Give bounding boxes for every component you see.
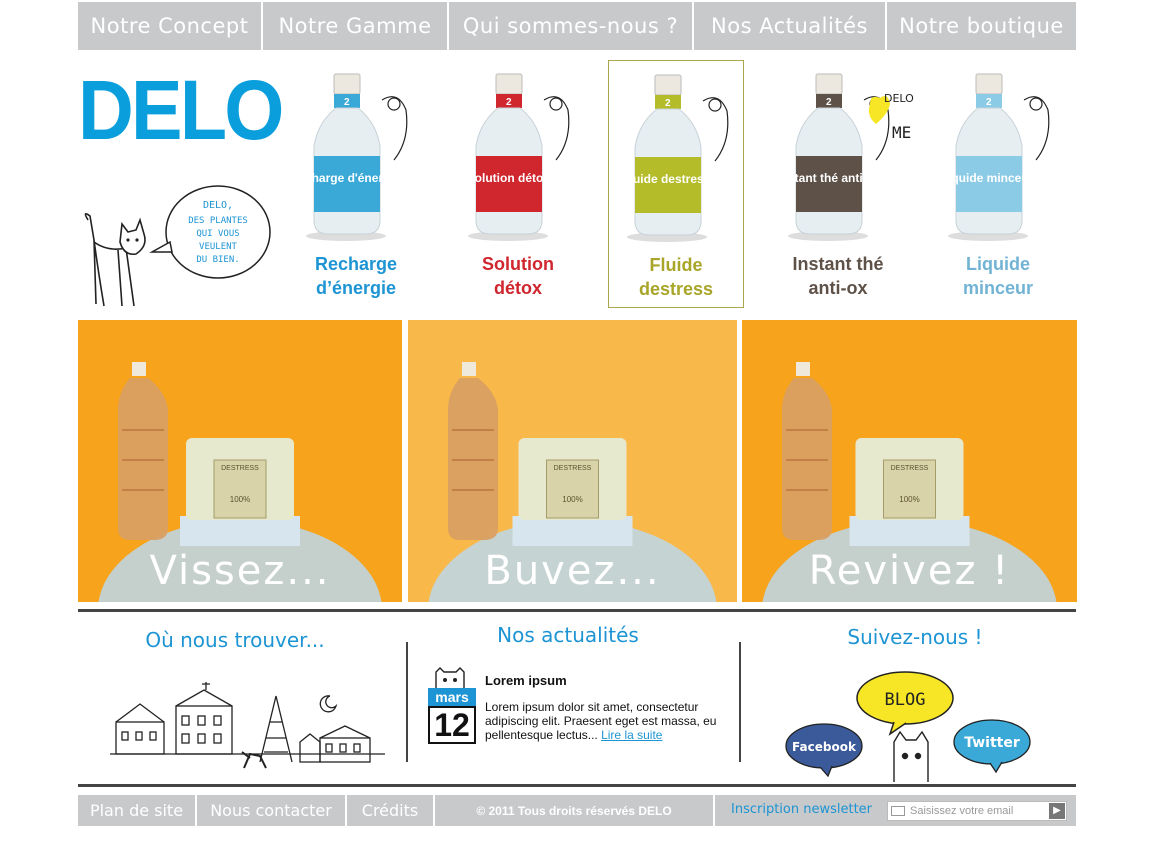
main-nav: Notre Concept Notre Gamme Qui sommes-nou… — [78, 2, 1076, 50]
delo-logo[interactable]: DELO — [78, 68, 284, 152]
divider-bottom — [78, 784, 1076, 787]
blog-bubble[interactable]: BLOG — [856, 671, 954, 736]
product-card[interactable]: 2 solution détox Solution détox — [450, 60, 586, 308]
product-name-line-1: Recharge — [314, 254, 398, 274]
column-divider-right — [739, 642, 741, 762]
divider-top — [78, 609, 1076, 612]
product-name-line-2: anti-ox — [808, 278, 868, 298]
product-bottle-image: 2 fluide destress — [626, 74, 729, 242]
product-name-line-2: minceur — [962, 278, 1034, 298]
hero-banners: DESTRESS 100% Vissez... DESTRESS 100% Buve… — [78, 320, 1077, 602]
newsletter-label: Inscription newsletter — [731, 802, 873, 817]
product-name-line-1: Instant thé — [792, 254, 884, 274]
banner-revivez[interactable]: DESTRESS 100% Revivez ! — [742, 320, 1077, 602]
envelope-icon — [891, 806, 905, 816]
product-bottle-image: 2 recharge d'énergie — [298, 73, 408, 241]
product-card[interactable]: 2 liquide minceur Liquide minceur — [930, 60, 1066, 308]
cat-mascot-illustration: DELO, DES PLANTES QUI VOUS VEULENT DU BI… — [84, 185, 271, 307]
badge-line-1: DESTRESS — [554, 465, 592, 472]
badge-line-2: 100% — [562, 495, 582, 504]
product-name-line-2: destress — [638, 279, 714, 299]
read-more-link[interactable]: Lire la suite — [601, 728, 662, 742]
newsletter-email-input[interactable] — [887, 801, 1067, 821]
bottle-label-text: solution détox — [468, 171, 550, 185]
column-divider-left — [406, 642, 408, 762]
twitter-bubble[interactable]: Twitter — [953, 719, 1031, 774]
news-date-day: 12 — [428, 706, 476, 744]
badge-line-1: DESTRESS — [891, 465, 929, 472]
banner-caption: Vissez... — [149, 548, 331, 594]
product-name: Liquide minceur — [930, 252, 1066, 300]
nav-tab-actualites[interactable]: Nos Actualités — [694, 2, 885, 50]
news-item-body: Lorem ipsum dolor sit amet, consectetur … — [485, 700, 735, 742]
product-name-line-2: d’énergie — [315, 278, 397, 298]
footer-sitemap-link[interactable]: Plan de site — [78, 795, 195, 826]
tagline-line-1: DELO, — [203, 200, 233, 211]
nav-tab-qui-sommes-nous[interactable]: Qui sommes-nous ? — [449, 2, 692, 50]
footer: Plan de site Nous contacter Crédits © 20… — [78, 795, 1076, 826]
product-name-line-2: détox — [493, 278, 542, 298]
badge-line-2: 100% — [230, 495, 250, 504]
social-links: BLOG Facebook Twitter — [785, 671, 1031, 782]
banner-caption: Buvez... — [484, 548, 661, 594]
bottle-label-text: recharge d'énergie — [298, 171, 401, 185]
banner-vissez[interactable]: DESTRESS 100% Vissez... — [78, 320, 402, 602]
bottle-label-text: fluide destress — [626, 172, 711, 186]
product-name: Instant thé anti-ox — [770, 252, 906, 300]
product-name: Recharge d’énergie — [288, 252, 424, 300]
facebook-label: Facebook — [792, 740, 857, 754]
product-bottle-image: 2 liquide minceur — [945, 73, 1050, 241]
svg-text:2: 2 — [665, 98, 671, 109]
owl-icon — [435, 667, 465, 688]
cat-face-icon — [893, 730, 929, 782]
newsletter-submit-button[interactable]: ▶ — [1049, 803, 1065, 819]
badge-line-1: DESTRESS — [221, 465, 259, 472]
doodle-delo-text: DELO — [884, 92, 914, 105]
product-name-line-1: Liquide — [966, 254, 1030, 274]
newsletter-box: Inscription newsletter ▶ — [715, 795, 1076, 826]
follow-us-title: Suivez-nous ! — [847, 625, 983, 649]
product-range: 2 recharge d'énergie Recharge d’énergie 2 sol… — [288, 60, 1078, 310]
nav-tab-gamme[interactable]: Notre Gamme — [263, 2, 447, 50]
city-sketch-illustration[interactable] — [110, 682, 390, 776]
nav-tab-boutique[interactable]: Notre boutique — [887, 2, 1076, 50]
twitter-label: Twitter — [964, 735, 1020, 751]
tagline-line-4: VEULENT — [199, 242, 238, 252]
bottle-label-text: instant thé anti-ox — [780, 171, 881, 185]
nav-tab-concept[interactable]: Notre Concept — [78, 2, 261, 50]
blog-label: BLOG — [885, 690, 926, 710]
svg-text:2: 2 — [986, 97, 992, 108]
footer-contact-link[interactable]: Nous contacter — [197, 795, 345, 826]
product-name: Solution détox — [450, 252, 586, 300]
news-date-month: mars — [428, 688, 476, 706]
banner-caption: Revivez ! — [808, 548, 1011, 594]
doodle-me-text: ME — [892, 123, 911, 142]
heart-doodle-icon: DELO ME — [868, 92, 914, 142]
product-card[interactable]: 2 recharge d'énergie Recharge d’énergie — [288, 60, 424, 308]
news-item-title[interactable]: Lorem ipsum — [485, 673, 567, 688]
footer-credits-link[interactable]: Crédits — [347, 795, 433, 826]
banner-buvez[interactable]: DESTRESS 100% Buvez... — [408, 320, 737, 602]
svg-text:2: 2 — [344, 97, 350, 108]
product-card[interactable]: 2 fluide destress Fluide destress — [608, 60, 744, 308]
find-us-title[interactable]: Où nous trouver... — [100, 628, 370, 652]
facebook-bubble[interactable]: Facebook — [785, 723, 863, 778]
bottle-label-text: liquide minceur — [945, 171, 1034, 185]
product-name-line-1: Fluide — [649, 255, 703, 275]
svg-text:2: 2 — [506, 97, 512, 108]
product-name: Fluide destress — [609, 253, 743, 301]
badge-line-2: 100% — [899, 495, 919, 504]
product-bottle-image: 2 solution détox — [468, 73, 570, 241]
svg-text:2: 2 — [826, 97, 832, 108]
tagline-line-3: QUI VOUS — [196, 229, 239, 239]
tagline-line-2: DES PLANTES — [188, 216, 248, 226]
footer-copyright: © 2011 Tous droits réservés DELO — [435, 795, 713, 826]
tagline-line-5: DU BIEN. — [196, 255, 239, 265]
product-name-line-1: Solution — [482, 254, 554, 274]
news-title[interactable]: Nos actualités — [440, 623, 696, 647]
